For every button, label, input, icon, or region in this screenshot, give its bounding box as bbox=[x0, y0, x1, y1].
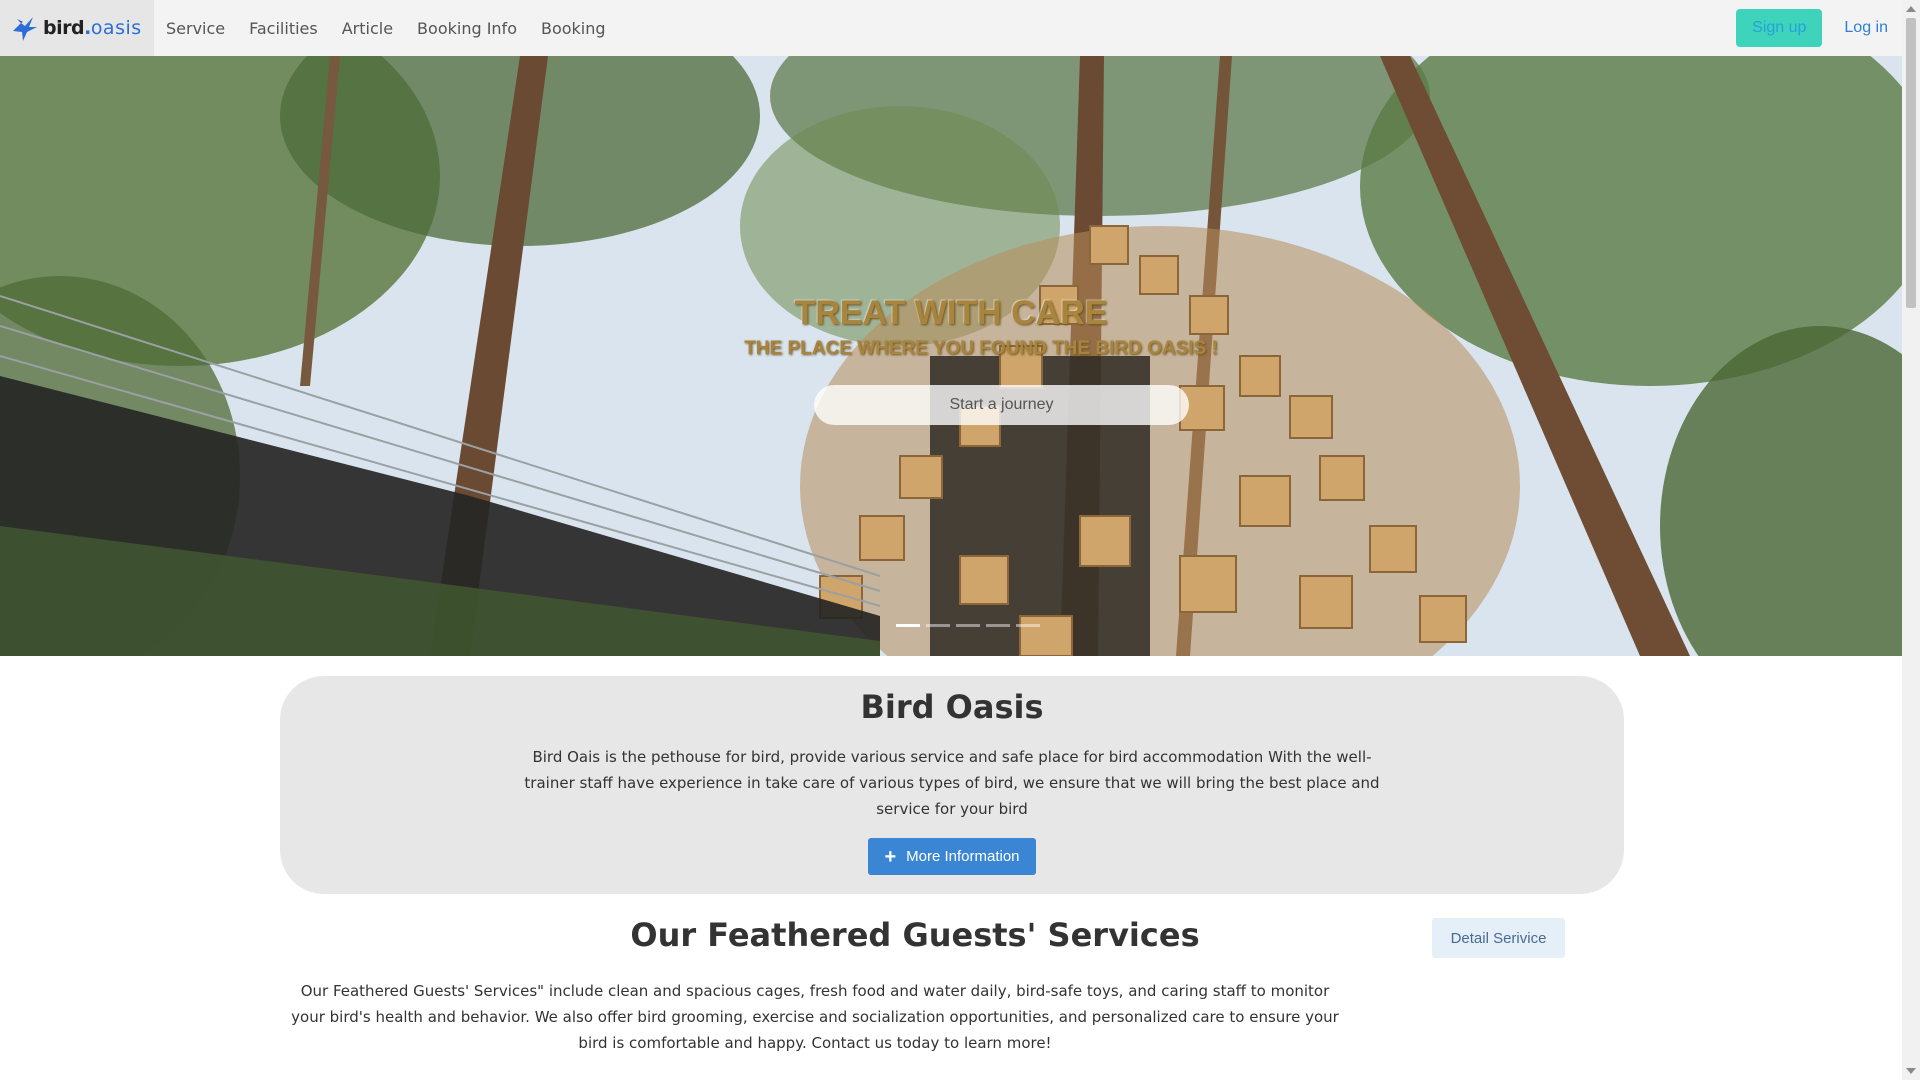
scroll-up-arrow-icon[interactable] bbox=[1906, 6, 1916, 12]
page: bird.oasis Service Facilities Article Bo… bbox=[0, 0, 1920, 1080]
login-button[interactable]: Log in bbox=[1844, 19, 1888, 37]
nav-link-booking-info[interactable]: Booking Info bbox=[417, 19, 517, 38]
nav-links: Service Facilities Article Booking Info … bbox=[166, 19, 606, 38]
hero-title: TREAT WITH CARE bbox=[794, 294, 1108, 332]
services-description: Our Feathered Guests' Services" include … bbox=[291, 982, 1339, 1052]
more-information-button[interactable]: + More Information bbox=[868, 838, 1036, 875]
signup-button[interactable]: Sign up bbox=[1736, 9, 1823, 47]
hero-subtitle: THE PLACE WHERE YOU FOUND THE BIRD OASIS… bbox=[744, 338, 1218, 359]
brand-prefix: bird bbox=[43, 17, 85, 39]
top-navbar: bird.oasis Service Facilities Article Bo… bbox=[0, 0, 1902, 56]
bird-logo-icon bbox=[13, 17, 37, 41]
more-information-label: More Information bbox=[906, 848, 1020, 865]
nav-link-booking[interactable]: Booking bbox=[541, 19, 606, 38]
hero-carousel: TREAT WITH CARE THE PLACE WHERE YOU FOUN… bbox=[0, 56, 1902, 656]
about-card: Bird Oasis Bird Oais is the pethouse for… bbox=[280, 676, 1624, 894]
plus-icon: + bbox=[884, 845, 897, 868]
detail-service-button[interactable]: Detail Serivice bbox=[1432, 918, 1565, 958]
nav-auth: Sign up Log in bbox=[1736, 9, 1902, 47]
brand-dot: . bbox=[84, 17, 91, 39]
nav-link-service[interactable]: Service bbox=[166, 19, 225, 38]
carousel-indicator-1[interactable] bbox=[896, 624, 920, 627]
scroll-down-arrow-icon[interactable] bbox=[1906, 1068, 1916, 1074]
brand-logo[interactable]: bird.oasis bbox=[0, 0, 154, 56]
carousel-indicator-4[interactable] bbox=[986, 624, 1010, 627]
page-scrollbar[interactable] bbox=[1902, 0, 1920, 1080]
brand-suffix: oasis bbox=[90, 17, 142, 39]
start-journey-button[interactable]: Start a journey bbox=[814, 385, 1189, 425]
carousel-indicators bbox=[896, 624, 1040, 627]
scrollbar-thumb[interactable] bbox=[1906, 18, 1916, 308]
carousel-indicator-2[interactable] bbox=[926, 624, 950, 627]
nav-link-article[interactable]: Article bbox=[342, 19, 393, 38]
nav-link-facilities[interactable]: Facilities bbox=[249, 19, 318, 38]
brand-name: bird.oasis bbox=[43, 17, 142, 39]
about-title: Bird Oasis bbox=[860, 688, 1044, 726]
carousel-indicator-3[interactable] bbox=[956, 624, 980, 627]
about-description: Bird Oais is the pethouse for bird, prov… bbox=[524, 748, 1380, 818]
carousel-indicator-5[interactable] bbox=[1016, 624, 1040, 627]
